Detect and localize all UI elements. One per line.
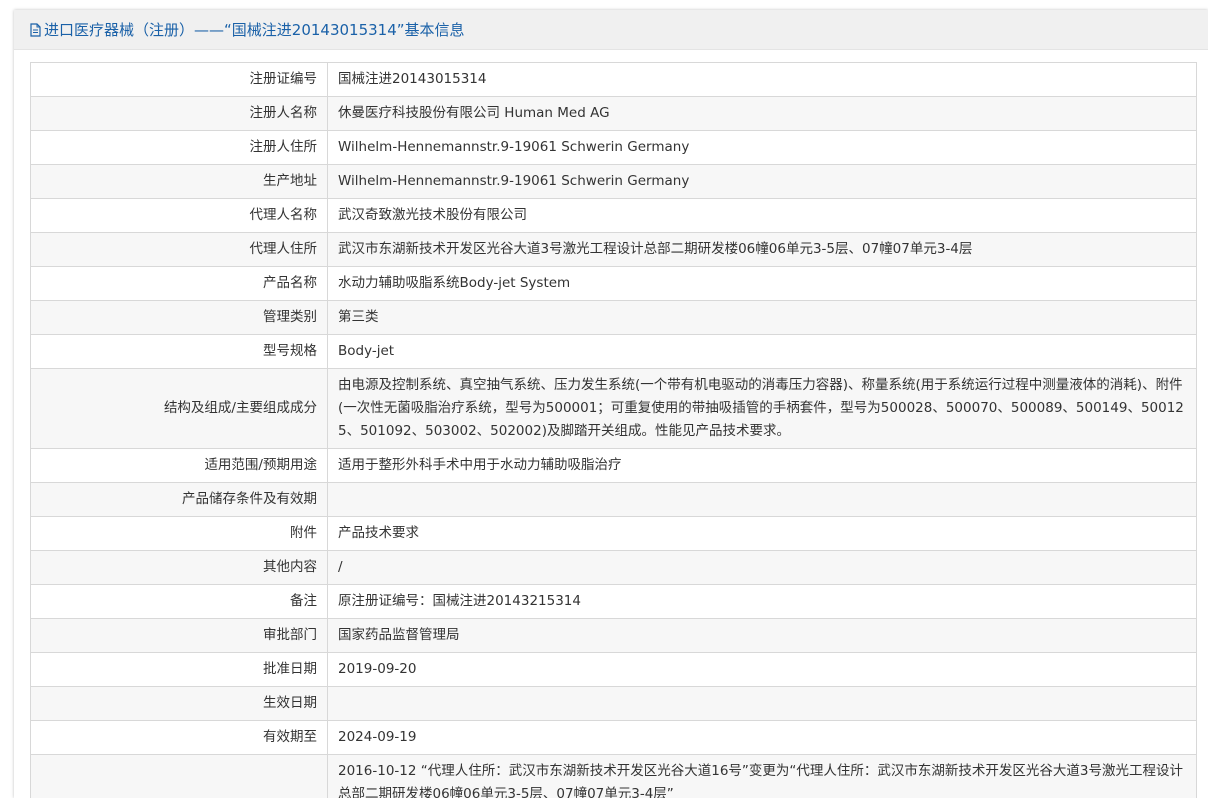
table-row: 产品储存条件及有效期	[30, 482, 1197, 517]
row-label: 结构及组成/主要组成成分	[30, 368, 328, 449]
row-label: 注册人名称	[30, 96, 328, 131]
table-row: 其他内容 /	[30, 550, 1197, 585]
detail-table-body: 注册证编号 国械注进20143015314 注册人名称 休曼医疗科技股份有限公司 Hu…	[30, 62, 1197, 798]
row-value	[327, 482, 1197, 517]
row-label: 附件	[30, 516, 328, 551]
document-icon	[30, 22, 41, 37]
table-row: 适用范围/预期用途 适用于整形外科手术中用于水动力辅助吸脂治疗	[30, 448, 1197, 483]
row-value: /	[327, 550, 1197, 585]
table-row: 代理人住所 武汉市东湖新技术开发区光谷大道3号激光工程设计总部二期研发楼06幢06…	[30, 232, 1197, 267]
table-row: 结构及组成/主要组成成分 由电源及控制系统、真空抽气系统、压力发生系统(一个带有机…	[30, 368, 1197, 449]
row-label: 生产地址	[30, 164, 328, 199]
row-label: 注册证编号	[30, 62, 328, 97]
table-row: 附件 产品技术要求	[30, 516, 1197, 551]
table-row: 代理人名称 武汉奇致激光技术股份有限公司	[30, 198, 1197, 233]
row-value: 适用于整形外科手术中用于水动力辅助吸脂治疗	[327, 448, 1197, 483]
row-label: 生效日期	[30, 686, 328, 721]
page: 进口医疗器械（注册）——“国械注进20143015314”基本信息 注册证编号国…	[0, 0, 1208, 798]
row-value: 原注册证编号：国械注进20143215314	[327, 584, 1197, 619]
row-label: 产品名称	[30, 266, 328, 301]
row-value: 2019-09-20	[327, 652, 1197, 687]
table-row: 有效期至 2024-09-19	[30, 720, 1197, 755]
row-value: 水动力辅助吸脂系统Body-jet System	[327, 266, 1197, 301]
row-label: 代理人名称	[30, 198, 328, 233]
row-value: 产品技术要求	[327, 516, 1197, 551]
table-row: 审批部门 国家药品监督管理局	[30, 618, 1197, 653]
table-row: 备注 原注册证编号：国械注进20143215314	[30, 584, 1197, 619]
row-label: 审批部门	[30, 618, 328, 653]
row-label	[30, 754, 328, 798]
table-row: 生效日期	[30, 686, 1197, 721]
row-value	[327, 686, 1197, 721]
row-value: 国家药品监督管理局	[327, 618, 1197, 653]
table-row: 注册证编号 国械注进20143015314	[30, 62, 1197, 97]
detail-table: 注册证编号 国械注进20143015314 注册人名称 休曼医疗科技股份有限公司 Hu…	[30, 62, 1197, 798]
row-value: 休曼医疗科技股份有限公司 Human Med AG	[327, 96, 1197, 131]
row-label: 注册人住所	[30, 130, 328, 165]
row-label: 其他内容	[30, 550, 328, 585]
row-label: 备注	[30, 584, 328, 619]
table-row: 2016-10-12 “代理人住所：武汉市东湖新技术开发区光谷大道16号”变更为…	[30, 754, 1197, 798]
row-value: 2016-10-12 “代理人住所：武汉市东湖新技术开发区光谷大道16号”变更为…	[327, 754, 1197, 798]
detail-table-wrap: 注册证编号 国械注进20143015314 注册人名称 休曼医疗科技股份有限公司 Hu…	[30, 62, 1197, 798]
row-value: 国械注进20143015314	[327, 62, 1197, 97]
card-header: 进口医疗器械（注册）——“国械注进20143015314”基本信息	[14, 10, 1208, 50]
row-label: 适用范围/预期用途	[30, 448, 328, 483]
row-label: 管理类别	[30, 300, 328, 335]
row-label: 型号规格	[30, 334, 328, 369]
row-value: Wilhelm-Hennemannstr.9-19061 Schwerin Ge…	[327, 164, 1197, 199]
row-label: 产品储存条件及有效期	[30, 482, 328, 517]
table-row: 注册人住所 Wilhelm-Hennemannstr.9-19061 Schwer…	[30, 130, 1197, 165]
table-row: 批准日期 2019-09-20	[30, 652, 1197, 687]
row-value: 2024-09-19	[327, 720, 1197, 755]
table-row: 注册人名称 休曼医疗科技股份有限公司 Human Med AG	[30, 96, 1197, 131]
row-label: 批准日期	[30, 652, 328, 687]
table-row: 管理类别 第三类	[30, 300, 1197, 335]
row-value: Wilhelm-Hennemannstr.9-19061 Schwerin Ge…	[327, 130, 1197, 165]
info-card: 进口医疗器械（注册）——“国械注进20143015314”基本信息 注册证编号国…	[14, 10, 1208, 798]
table-row: 生产地址 Wilhelm-Hennemannstr.9-19061 Schweri…	[30, 164, 1197, 199]
row-value: Body-jet	[327, 334, 1197, 369]
table-row: 产品名称 水动力辅助吸脂系统Body-jet System	[30, 266, 1197, 301]
row-label: 有效期至	[30, 720, 328, 755]
page-title: 进口医疗器械（注册）——“国械注进20143015314”基本信息	[44, 21, 465, 39]
row-value: 武汉市东湖新技术开发区光谷大道3号激光工程设计总部二期研发楼06幢06单元3-5…	[327, 232, 1197, 267]
row-label: 代理人住所	[30, 232, 328, 267]
row-value: 由电源及控制系统、真空抽气系统、压力发生系统(一个带有机电驱动的消毒压力容器)、…	[327, 368, 1197, 449]
row-value: 第三类	[327, 300, 1197, 335]
row-value: 武汉奇致激光技术股份有限公司	[327, 198, 1197, 233]
table-row: 型号规格 Body-jet	[30, 334, 1197, 369]
